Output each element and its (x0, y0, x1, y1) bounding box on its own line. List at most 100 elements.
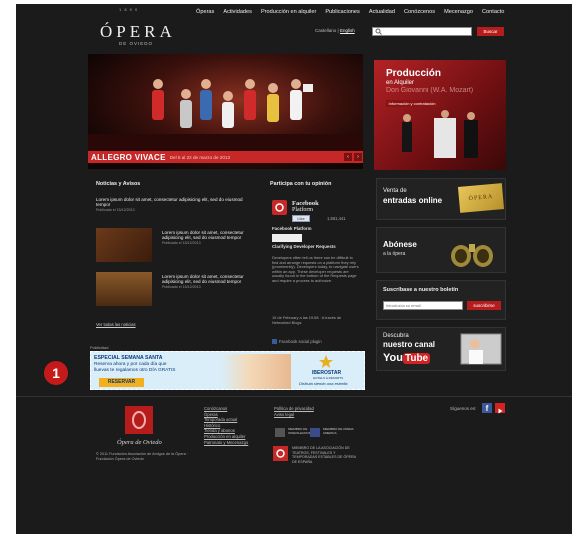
news-thumbnail[interactable] (96, 228, 152, 262)
subscribe-line2: a la ópera (383, 251, 406, 257)
subscribe-widget[interactable]: Abónese a la ópera (376, 227, 506, 273)
ad-model-image (221, 354, 291, 389)
site-logo[interactable]: ÓPERA (100, 22, 176, 42)
fb-post-thumb (272, 234, 302, 242)
youtube-logo: You Tube (383, 352, 431, 364)
youtube-line1: Descubra (383, 333, 409, 339)
fb-subtitle: Platform (292, 207, 313, 213)
fb-like-count: 1,561,441 (327, 216, 346, 221)
footer-links-legal: Política de privacidad Aviso legal (274, 406, 314, 417)
news-item-3[interactable]: Lorem ipsum dolor sit amet, consectetur … (162, 274, 258, 289)
member-opera-america: MIEMBRO DE OPERA AMERICA (323, 427, 354, 435)
hero-title: ALLEGRO VIVACE (91, 152, 166, 162)
language-switch: Castellano | English (315, 28, 355, 33)
fb-plugin: Facebook social plugin (272, 339, 322, 344)
ad-reservar-button[interactable]: RESERVAR (99, 378, 144, 387)
binoculars-icon (451, 244, 493, 267)
nav-operas[interactable]: Óperas (196, 9, 214, 15)
nav-conozcenos[interactable]: Conózcenos (404, 9, 435, 15)
logo-subtitle: DE OVIEDO (119, 41, 154, 46)
nav-contacto[interactable]: Contacto (482, 9, 504, 15)
callout-badge: 1 (44, 361, 68, 385)
main-nav: Óperas Actividades Producción en alquile… (196, 9, 504, 15)
newsletter-widget: Suscríbase a nuestro boletín suscribirse (376, 280, 506, 320)
news-item-2[interactable]: Lorem ipsum dolor sit amet, consectetur … (162, 230, 258, 245)
tickets-widget[interactable]: Venta de entradas online ÓPERA (376, 178, 506, 220)
fb-like-button[interactable]: Like (292, 215, 310, 222)
nav-actividades[interactable]: Actividades (223, 9, 252, 15)
search-button[interactable]: Buscar (477, 27, 504, 36)
lang-english[interactable]: English (340, 28, 355, 33)
opera-o-icon (276, 449, 285, 458)
footer-copyright: © 2011 Fundación Asociación de Amigos de… (96, 452, 189, 461)
opera-fb-avatar (272, 200, 287, 215)
ad-tagline: Disfruta siendo una estrella (299, 381, 348, 386)
fb-title: Facebook (292, 200, 319, 207)
news-title: Lorem ipsum dolor sit amet, consectetur … (96, 197, 243, 208)
ad-banner-iberostar[interactable]: ESPECIAL SEMANA SANTA Reserva ahora y po… (90, 351, 365, 390)
hero-prev-button[interactable]: ‹ (344, 153, 352, 161)
fb-post-title[interactable]: Clarifying Developer Requests (272, 244, 362, 249)
news-thumbnail[interactable] (96, 272, 152, 306)
footer-brand: Ópera de Oviedo (117, 439, 162, 446)
promo-performer-image (402, 110, 478, 158)
footer-logo-mark (125, 406, 153, 434)
opera-o-icon (275, 203, 284, 212)
youtube-logo-you: You (383, 352, 403, 364)
ope-logo (273, 446, 288, 461)
nav-actualidad[interactable]: Actualidad (369, 9, 395, 15)
footer-link[interactable]: Patronato y Mecenazgo (204, 440, 248, 446)
youtube-widget[interactable]: Descubra nuestro canal You Tube (376, 327, 506, 371)
ad-line3: lluevas te regalamos otro DÍA GRATIS (94, 368, 176, 373)
search-icon (375, 28, 382, 35)
news-date: Publicado el 15/12/2013 (96, 207, 135, 212)
ad-label: Publicidad (90, 345, 109, 350)
newsletter-email-input[interactable] (383, 301, 463, 310)
footer-link-privacy[interactable]: Política de privacidad (274, 406, 314, 412)
newsletter-subscribe-button[interactable]: suscribirse (467, 301, 501, 310)
lang-castellano[interactable]: Castellano (315, 28, 336, 33)
nav-produccion[interactable]: Producción en alquiler (261, 9, 316, 15)
fb-plugin-label: Facebook social plugin (279, 339, 322, 344)
footer-links-main: Conózcanos Óperas Temporada actual Histó… (204, 406, 248, 445)
youtube-icon[interactable] (495, 403, 505, 414)
news-date: Publicado el 15/12/2013 (162, 240, 201, 245)
hero-caption: ALLEGRO VIVACE Del 5 al 22 de marzo de 2… (88, 151, 363, 163)
news-item-1[interactable]: Lorem ipsum dolor sit amet, consectetur … (96, 197, 256, 212)
news-date: Publicado el 15/12/2013 (162, 284, 201, 289)
footer-link[interactable]: Producción en alquiler (204, 434, 248, 440)
youtube-logo-tube: Tube (402, 352, 431, 364)
play-icon (498, 408, 503, 414)
opera-o-icon (132, 411, 146, 429)
ad-brand-sub: HOTELS & RESORTS (313, 376, 344, 380)
ad-headline: ESPECIAL SEMANA SANTA (94, 355, 163, 361)
news-title: Lorem ipsum dolor sit amet, consectetur … (162, 230, 244, 241)
tickets-line2: entradas online (383, 196, 443, 205)
subscribe-line1: Abónese (383, 240, 417, 249)
promo-produccion-alquiler[interactable]: Producción en Alquiler Don Giovanni (W.A… (374, 60, 506, 170)
follow-label: Síguenos en: (450, 406, 477, 411)
fb-post-body: Developers often tell us there can be di… (272, 255, 359, 283)
facebook-icon[interactable]: f (482, 403, 492, 413)
news-title: Lorem ipsum dolor sit amet, consectetur … (162, 274, 244, 285)
hero-subtitle: Del 5 al 22 de marzo de 2013 (169, 154, 231, 160)
hero-next-button[interactable]: › (354, 153, 362, 161)
footer-association: MIEMBRO DE LA ASOCIACIÓN DE TEATROS, FES… (292, 446, 356, 464)
youtube-tv-image (460, 333, 502, 365)
fb-section: Facebook Platform (272, 226, 312, 231)
search-input[interactable] (372, 27, 472, 36)
fb-post-meta: 19 de February a las 19:58 · A través de… (272, 315, 342, 325)
opera-america-logo (310, 428, 320, 437)
footer-link-legal[interactable]: Aviso legal (274, 412, 314, 418)
tickets-line1: Venta de (383, 188, 407, 194)
hero-singers-image (88, 79, 363, 154)
logo-tagline: 1 8 9 0 (119, 7, 139, 12)
nav-mecenazgo[interactable]: Mecenazgo (444, 9, 473, 15)
nav-publicaciones[interactable]: Publicaciones (325, 9, 360, 15)
newsletter-heading: Suscríbase a nuestro boletín (383, 287, 459, 293)
news-all-link[interactable]: Ver todas las noticias (96, 322, 136, 327)
star-icon (319, 355, 333, 368)
facebook-icon (272, 339, 277, 344)
operaleuropa-logo (275, 428, 285, 437)
youtube-line2: nuestro canal (383, 340, 436, 349)
